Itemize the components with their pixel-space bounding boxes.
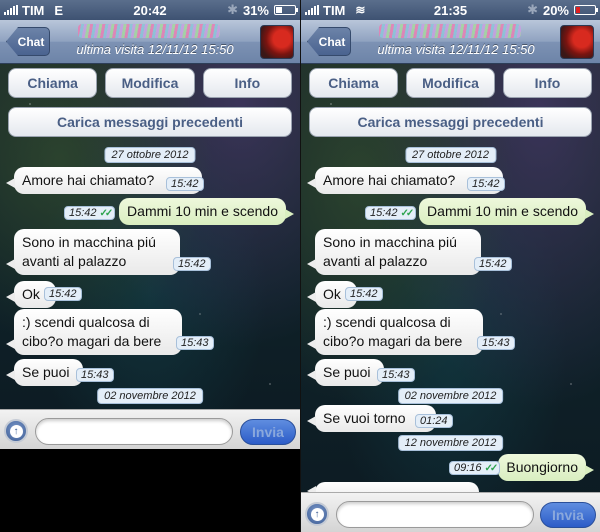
message-input-bar: ↑ Invia: [0, 409, 300, 449]
back-button[interactable]: Chat: [307, 27, 351, 56]
call-button[interactable]: Chiama: [309, 68, 398, 98]
message-text: Sono in macchina piú avanti al palazzo: [22, 234, 156, 269]
message-text: Se vuoi torno: [323, 410, 406, 426]
send-button[interactable]: Invia: [540, 502, 596, 528]
bluetooth-icon: ✱: [227, 2, 238, 17]
message-timestamp: 15:42 ✓✓: [365, 206, 417, 220]
message-text: Ok: [323, 286, 341, 302]
incoming-message[interactable]: Se puoi: [306, 359, 385, 386]
message-text: Sono in macchina piú avanti al palazzo: [323, 234, 457, 269]
message-timestamp: 15:43: [477, 336, 515, 350]
message-text: Dammi 10 min e scendo: [427, 203, 578, 219]
message-input[interactable]: [35, 418, 233, 445]
message-timestamp: 15:42: [345, 287, 383, 301]
message-text: :) scendi qualcosa di cibo?o magari da b…: [22, 314, 162, 349]
read-receipt-icon: ✓✓: [484, 462, 499, 474]
message-text: Dammi 10 min e scendo: [127, 203, 278, 219]
carrier-label: TIM: [22, 2, 45, 18]
incoming-message[interactable]: Sono in macchina piú avanti al palazzo: [307, 229, 481, 275]
status-bar: TIM ≋ 21:35 ✱ 20%: [301, 0, 600, 20]
message-timestamp: 09:16 ✓✓: [449, 461, 501, 475]
battery-fill: [576, 7, 580, 13]
send-button[interactable]: Invia: [240, 419, 296, 445]
message-text: :) scendi qualcosa di cibo?o magari da b…: [323, 314, 463, 349]
message-timestamp: 15:43: [176, 336, 214, 350]
last-seen-label: ultima visita 12/11/12 15:50: [377, 42, 535, 57]
battery-percent: 20%: [542, 2, 569, 18]
back-button[interactable]: Chat: [6, 27, 50, 56]
date-separator: 02 novembre 2012: [397, 388, 504, 404]
date-separator: 02 novembre 2012: [97, 388, 203, 404]
upload-arrow-icon: ↑: [310, 507, 324, 521]
message-input[interactable]: [336, 501, 534, 528]
contact-name-redacted: [379, 24, 521, 38]
chat-screen-2: TIM ≋ 21:35 ✱ 20% Chat ultima visita 12/…: [300, 0, 600, 532]
read-receipt-icon: ✓✓: [400, 207, 415, 219]
contact-avatar[interactable]: [560, 25, 594, 59]
call-button[interactable]: Chiama: [8, 68, 98, 98]
message-timestamp: 15:42: [467, 177, 505, 191]
message-timestamp: 15:42: [166, 177, 204, 191]
battery-fill: [276, 7, 282, 13]
message-timestamp: 15:43: [76, 368, 114, 382]
carrier-label: TIM: [323, 2, 346, 18]
outgoing-message[interactable]: Buongiorno: [498, 454, 594, 481]
incoming-message[interactable]: Sono in macchina piú avanti al palazzo: [6, 229, 180, 275]
signal-icon: [305, 5, 319, 15]
last-seen-label: ultima visita 12/11/12 15:50: [76, 42, 234, 57]
message-text: Amore hai chiamato?: [323, 172, 456, 188]
read-receipt-icon: ✓✓: [99, 207, 114, 219]
clock: 21:35: [433, 2, 468, 18]
message-timestamp: 01:24: [415, 414, 453, 428]
message-text: Se puoi: [323, 364, 371, 380]
message-text: Amore hai chiamato?: [22, 172, 155, 188]
attach-button[interactable]: ↑: [305, 502, 329, 526]
info-button[interactable]: Info: [503, 68, 592, 98]
contact-name-redacted: [78, 24, 220, 38]
message-text: Buongiorno: [506, 459, 578, 475]
status-bar: TIM E 20:42 ✱ 31%: [0, 0, 300, 20]
contact-avatar[interactable]: [260, 25, 294, 59]
upload-arrow-icon: ↑: [9, 424, 23, 438]
message-timestamp: 15:43: [377, 368, 415, 382]
battery-percent: 31%: [242, 2, 269, 18]
outgoing-message[interactable]: Dammi 10 min e scendo: [419, 198, 594, 225]
battery-icon: [574, 5, 598, 15]
message-timestamp: 15:42: [173, 257, 211, 271]
nav-bar: Chat ultima visita 12/11/12 15:50: [301, 20, 600, 64]
outgoing-message[interactable]: Dammi 10 min e scendo: [119, 198, 294, 225]
message-text: Ok: [22, 286, 40, 302]
load-previous-button[interactable]: Carica messaggi precedenti: [8, 107, 292, 137]
nav-bar: Chat ultima visita 12/11/12 15:50: [0, 20, 300, 64]
info-button[interactable]: Info: [202, 68, 292, 98]
contact-actions: Chiama Modifica Info: [8, 68, 292, 98]
chat-screen-1: TIM E 20:42 ✱ 31% Chat ultima visita 12/…: [0, 0, 300, 449]
battery-icon: [274, 5, 298, 15]
message-timestamp: 15:42 ✓✓: [64, 206, 116, 220]
wifi-icon: ≋: [355, 3, 366, 17]
network-type-label: E: [54, 2, 64, 18]
message-timestamp: 15:42: [474, 257, 512, 271]
message-text: Se puoi: [22, 364, 70, 380]
edit-button[interactable]: Modifica: [406, 68, 495, 98]
edit-button[interactable]: Modifica: [105, 68, 195, 98]
incoming-message[interactable]: :) scendi qualcosa di cibo?o magari da b…: [307, 309, 483, 355]
attach-button[interactable]: ↑: [4, 419, 28, 443]
date-separator: 27 ottobre 2012: [404, 147, 497, 163]
load-previous-button[interactable]: Carica messaggi precedenti: [309, 107, 592, 137]
incoming-message[interactable]: Se puoi: [5, 359, 84, 386]
contact-actions: Chiama Modifica Info: [309, 68, 592, 98]
clock: 20:42: [133, 2, 167, 18]
date-separator: 12 novembre 2012: [397, 435, 504, 451]
date-separator: 27 ottobre 2012: [104, 147, 196, 163]
signal-icon: [4, 5, 18, 15]
incoming-message[interactable]: :) scendi qualcosa di cibo?o magari da b…: [6, 309, 182, 355]
bluetooth-icon: ✱: [527, 2, 538, 17]
message-input-bar: ↑ Invia: [301, 492, 600, 532]
message-timestamp: 15:42: [44, 287, 82, 301]
